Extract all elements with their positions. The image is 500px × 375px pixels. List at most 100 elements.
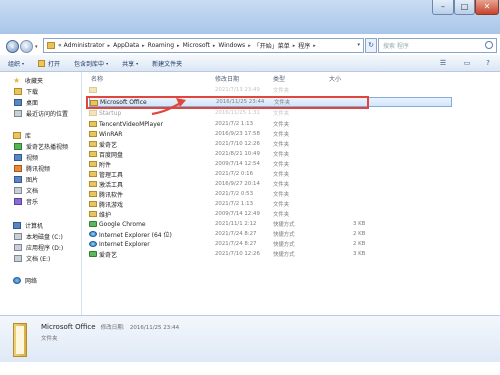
sidebar-item-downloads[interactable]: 下载 bbox=[14, 87, 38, 96]
minimize-button[interactable]: – bbox=[432, 0, 454, 15]
help-icon[interactable]: ? bbox=[483, 59, 493, 68]
sidebar-label: 文档 (E:) bbox=[26, 256, 51, 263]
breadcrumb-separator-icon[interactable]: ▸ bbox=[213, 43, 216, 49]
include-in-library-label: 包含到库中 bbox=[74, 60, 105, 68]
file-row[interactable]: Internet Explorer (64 位) 2021/7/24 8:27 快捷… bbox=[89, 229, 452, 239]
caret-down-icon: ▾ bbox=[22, 60, 25, 66]
sidebar-item-drive-e[interactable]: 文档 (E:) bbox=[14, 254, 50, 263]
share-menu[interactable]: 共享 ▾ bbox=[122, 59, 138, 68]
view-options-icon[interactable]: ☰ bbox=[438, 59, 448, 68]
sidebar-label: 视频 bbox=[26, 155, 39, 162]
file-name: 维护 bbox=[99, 211, 112, 219]
sidebar-item-libraries[interactable]: 库 bbox=[13, 131, 31, 140]
open-button[interactable]: 打开 bbox=[38, 59, 60, 68]
sidebar-item-network[interactable]: 网络 bbox=[13, 276, 37, 285]
sidebar-item-desktop[interactable]: 桌面 bbox=[14, 98, 38, 107]
folder-icon bbox=[89, 131, 97, 137]
sidebar-item-drive-c[interactable]: 本地磁盘 (C:) bbox=[14, 232, 63, 241]
file-type: 文件夹 bbox=[273, 202, 290, 208]
sidebar-item-music[interactable]: 音乐 bbox=[14, 197, 38, 206]
address-dropdown-icon[interactable]: ▾ bbox=[357, 42, 360, 48]
breadcrumb-microsoft[interactable]: Microsoft bbox=[183, 42, 210, 49]
breadcrumb-administrator[interactable]: Administrator bbox=[64, 42, 105, 49]
breadcrumb-roaming[interactable]: Roaming bbox=[148, 42, 174, 49]
address-bar[interactable]: « Administrator ▸ AppData ▸ Roaming ▸ Mi… bbox=[43, 38, 364, 53]
file-row[interactable]: 爱奇艺 2021/7/10 12:26 文件夹 bbox=[89, 139, 452, 149]
sidebar-label: 爱奇艺热播视频 bbox=[26, 144, 69, 151]
file-row[interactable]: 管理工具 2021/7/2 0:16 文件夹 bbox=[89, 169, 452, 179]
file-row[interactable]: 腾讯软件 2021/7/2 0:53 文件夹 bbox=[89, 189, 452, 199]
file-row[interactable]: 2021/7/13 23:49 文件夹 bbox=[89, 85, 452, 95]
file-size: 2 KB bbox=[353, 241, 366, 247]
sidebar-item-recent-places[interactable]: 最近访问的位置 bbox=[14, 109, 68, 118]
file-date: 2016/9/23 17:58 bbox=[215, 131, 260, 137]
sidebar-item-documents[interactable]: 文档 bbox=[14, 186, 38, 195]
breadcrumb-programs[interactable]: 程序 bbox=[298, 41, 310, 50]
back-button[interactable]: ‹ bbox=[6, 40, 19, 53]
file-row[interactable]: 维护 2009/7/14 12:49 文件夹 bbox=[89, 209, 452, 219]
folder-icon bbox=[89, 191, 97, 197]
breadcrumb-overflow[interactable]: « bbox=[58, 42, 62, 49]
details-meta-label: 修改日期: bbox=[100, 325, 125, 331]
file-row[interactable]: Internet Explorer 2021/7/24 8:27 快捷方式 2 KB bbox=[89, 239, 452, 249]
file-row[interactable]: 百度网盘 2021/8/21 10:49 文件夹 bbox=[89, 149, 452, 159]
tencent-video-icon bbox=[14, 165, 22, 172]
column-header-type[interactable]: 类型 bbox=[273, 74, 285, 83]
breadcrumb-separator-icon[interactable]: ▸ bbox=[293, 43, 296, 49]
sidebar-item-favorites[interactable]: ★ 收藏夹 bbox=[13, 76, 43, 86]
breadcrumb-separator-icon[interactable]: ▸ bbox=[248, 43, 251, 49]
file-type: 文件夹 bbox=[273, 172, 290, 178]
preview-pane-icon[interactable]: ▭ bbox=[462, 59, 472, 68]
file-name: Startup bbox=[99, 109, 122, 117]
sidebar-item-pictures[interactable]: 图片 bbox=[14, 175, 38, 184]
download-folder-icon bbox=[14, 88, 22, 95]
file-date: 2016/9/27 20:14 bbox=[215, 181, 260, 187]
column-header-size[interactable]: 大小 bbox=[329, 74, 341, 83]
sidebar-item-computer[interactable]: 计算机 bbox=[13, 221, 43, 230]
back-arrow-icon: ‹ bbox=[10, 42, 15, 51]
file-name: Google Chrome bbox=[99, 220, 146, 228]
include-in-library-menu[interactable]: 包含到库中 ▾ bbox=[74, 59, 108, 68]
breadcrumb-separator-icon[interactable]: ▸ bbox=[142, 43, 145, 49]
file-size: 2 KB bbox=[353, 231, 366, 237]
breadcrumb-appdata[interactable]: AppData bbox=[113, 42, 139, 49]
pictures-icon bbox=[14, 176, 22, 183]
file-row[interactable]: Startup 2016/11/25 1:31 文件夹 bbox=[89, 108, 452, 118]
file-name: 激活工具 bbox=[99, 181, 124, 189]
file-row[interactable]: WinRAR 2016/9/23 17:58 文件夹 bbox=[89, 129, 452, 139]
sidebar-item-tencent-video[interactable]: 腾讯视频 bbox=[14, 164, 50, 173]
folder-icon bbox=[89, 121, 97, 127]
search-input[interactable]: 搜索 程序 bbox=[378, 38, 497, 53]
forward-button[interactable]: › bbox=[20, 40, 33, 53]
file-row[interactable]: Google Chrome 2021/11/1 2:12 快捷方式 3 KB bbox=[89, 219, 452, 229]
column-header-date[interactable]: 修改日期 bbox=[215, 74, 239, 83]
file-row[interactable]: 激活工具 2016/9/27 20:14 文件夹 bbox=[89, 179, 452, 189]
drive-icon bbox=[14, 255, 22, 262]
file-date: 2021/7/2 1:13 bbox=[215, 121, 254, 127]
share-label: 共享 bbox=[122, 60, 135, 68]
file-row[interactable]: 腾讯游戏 2021/7/2 1:13 文件夹 bbox=[89, 199, 452, 209]
sidebar-label: 应用程序 (D:) bbox=[26, 245, 64, 252]
file-size: 3 KB bbox=[353, 221, 366, 227]
maximize-button[interactable]: □ bbox=[454, 0, 475, 15]
close-button[interactable]: ✕ bbox=[475, 0, 499, 15]
large-folder-icon bbox=[13, 323, 27, 357]
file-row[interactable]: 附件 2009/7/14 12:54 文件夹 bbox=[89, 159, 452, 169]
sidebar-item-iqiyi-video[interactable]: 爱奇艺热播视频 bbox=[14, 142, 68, 151]
column-header-name[interactable]: 名称 bbox=[91, 74, 103, 83]
sidebar-label: 音乐 bbox=[26, 199, 39, 206]
sidebar-item-drive-d[interactable]: 应用程序 (D:) bbox=[14, 243, 63, 252]
breadcrumb-start-menu[interactable]: 「开始」菜单 bbox=[254, 41, 290, 50]
file-row[interactable]: 爱奇艺 2021/7/10 12:26 快捷方式 3 KB bbox=[89, 249, 452, 259]
file-row[interactable]: TencentVideoMPlayer 2021/7/2 1:13 文件夹 bbox=[89, 119, 452, 129]
breadcrumb-separator-icon[interactable]: ▸ bbox=[177, 43, 180, 49]
breadcrumb-windows[interactable]: Windows bbox=[218, 42, 245, 49]
breadcrumb-separator-icon[interactable]: ▸ bbox=[108, 43, 111, 49]
search-placeholder: 搜索 程序 bbox=[383, 43, 409, 50]
sidebar-item-videos[interactable]: 视频 bbox=[14, 153, 38, 162]
organize-menu[interactable]: 组织 ▾ bbox=[8, 59, 24, 68]
breadcrumb-separator-icon[interactable]: ▸ bbox=[313, 43, 316, 49]
recent-pages-dropdown[interactable]: ▾ bbox=[35, 44, 38, 50]
refresh-button[interactable]: ↻ bbox=[365, 38, 377, 53]
new-folder-button[interactable]: 新建文件夹 bbox=[152, 59, 182, 68]
